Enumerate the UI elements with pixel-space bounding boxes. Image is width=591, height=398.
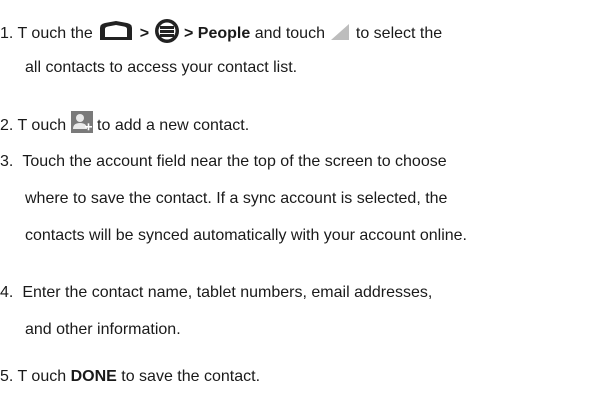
people-label: People	[197, 25, 251, 43]
done-label: DONE	[70, 368, 117, 385]
step-1-number: 1.	[0, 25, 14, 43]
step-2-line: 2. T ouch to add a new contact.	[0, 111, 250, 137]
step-1-text-b: and touch	[254, 25, 325, 43]
step-1-text-c: to select the	[355, 25, 443, 43]
step-3-text-1: Touch the account field near the top of …	[22, 153, 447, 170]
add-contact-icon	[70, 111, 93, 133]
step-5-text-a: T ouch	[17, 368, 67, 385]
step-3-line-3: contacts will be synced automatically wi…	[25, 227, 467, 244]
triangle-menu-icon	[329, 23, 351, 41]
step-5-line: 5. T ouch DONE to save the contact.	[0, 367, 260, 387]
step-4-text-1: Enter the contact name, tablet numbers, …	[22, 284, 433, 301]
step-4-line-1: 4. Enter the contact name, tablet numbers…	[0, 283, 432, 303]
step-1-sep-1: >	[139, 25, 150, 43]
all-apps-icon	[154, 18, 180, 44]
step-2-number: 2.	[0, 117, 14, 135]
step-3-line-1: 3. Touch the account field near the top o…	[0, 152, 447, 172]
step-5-number: 5.	[0, 368, 14, 385]
step-5-text-b: to save the contact.	[121, 368, 261, 385]
step-4-number: 4.	[0, 284, 14, 301]
step-1-text-a: T ouch the	[17, 25, 93, 43]
step-4-line-2: and other information.	[25, 321, 181, 338]
home-icon	[97, 20, 135, 42]
step-1-line-2: all contacts to access your contact list…	[25, 59, 298, 76]
step-3-number: 3.	[0, 153, 14, 170]
step-1-line-1: 1. T ouch the > > People and touch to se…	[0, 18, 443, 47]
step-2-text-b: to add a new contact.	[97, 117, 250, 135]
step-3-line-2: where to save the contact. If a sync acc…	[25, 190, 448, 207]
step-1-sep-2: >	[183, 25, 194, 43]
step-2-text-a: T ouch	[17, 117, 67, 135]
